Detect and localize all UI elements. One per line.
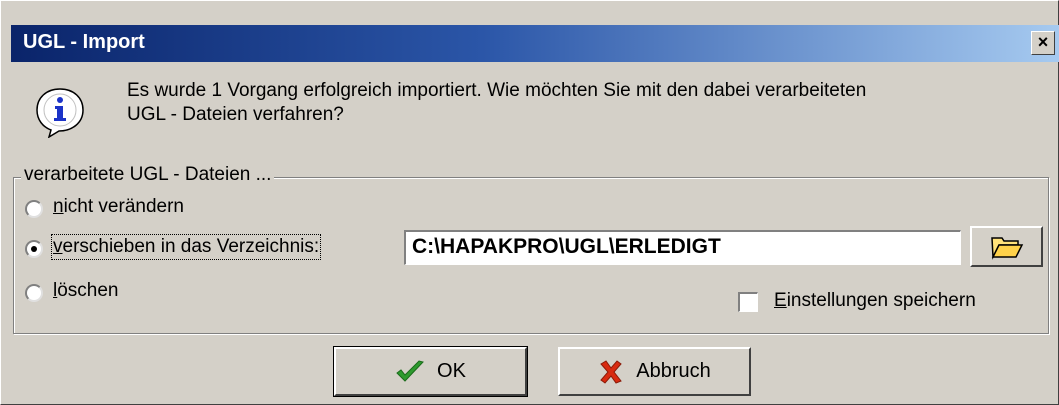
accel-key: E [774,290,787,311]
close-button[interactable]: × [1031,31,1055,55]
save-settings-label[interactable]: Einstellungen speichern [774,290,976,312]
message-text: Es wurde 1 Vorgang erfolgreich importier… [127,79,1007,127]
label-rest: icht verändern [63,196,184,217]
message-line-2: UGL - Dateien verfahren? [127,104,344,125]
radio-label-move-to-directory[interactable]: verschieben in das Verzeichnis: [50,234,322,260]
close-icon: × [1037,32,1049,52]
radio-label-delete[interactable]: löschen [53,280,119,302]
label-rest: öschen [57,280,119,301]
message-line-1: Es wurde 1 Vorgang erfolgreich importier… [127,80,867,101]
x-icon [600,359,623,384]
ok-button[interactable]: OK [333,346,528,397]
cancel-label: Abbruch [636,360,711,382]
accel-key: v [53,236,63,257]
cancel-button[interactable]: Abbruch [558,347,751,396]
info-icon [36,88,84,138]
radio-delete[interactable] [25,284,43,302]
dialog-window: UGL - Import × Es wurde 1 Vorgang erfolg… [0,0,1059,405]
browse-folder-button[interactable] [970,226,1043,267]
directory-path-input[interactable]: C:\HAPAKPRO\UGL\ERLEDIGT [404,230,961,265]
radio-label-not-change[interactable]: nicht verändern [53,196,184,218]
group-legend: verarbeitete UGL - Dateien ... [21,164,275,186]
radio-move-to-directory[interactable] [25,240,43,258]
label-rest: erschieben in das Verzeichnis: [62,236,320,257]
window-title: UGL - Import [23,31,145,53]
save-settings-checkbox[interactable] [738,292,758,312]
ok-label: OK [437,360,466,382]
folder-open-icon [991,237,1024,260]
label-rest: instellungen speichern [786,290,976,311]
title-bar[interactable]: UGL - Import × [11,25,1059,62]
accel-key: n [53,196,64,217]
radio-not-change[interactable] [25,200,43,218]
checkmark-icon [396,359,424,382]
